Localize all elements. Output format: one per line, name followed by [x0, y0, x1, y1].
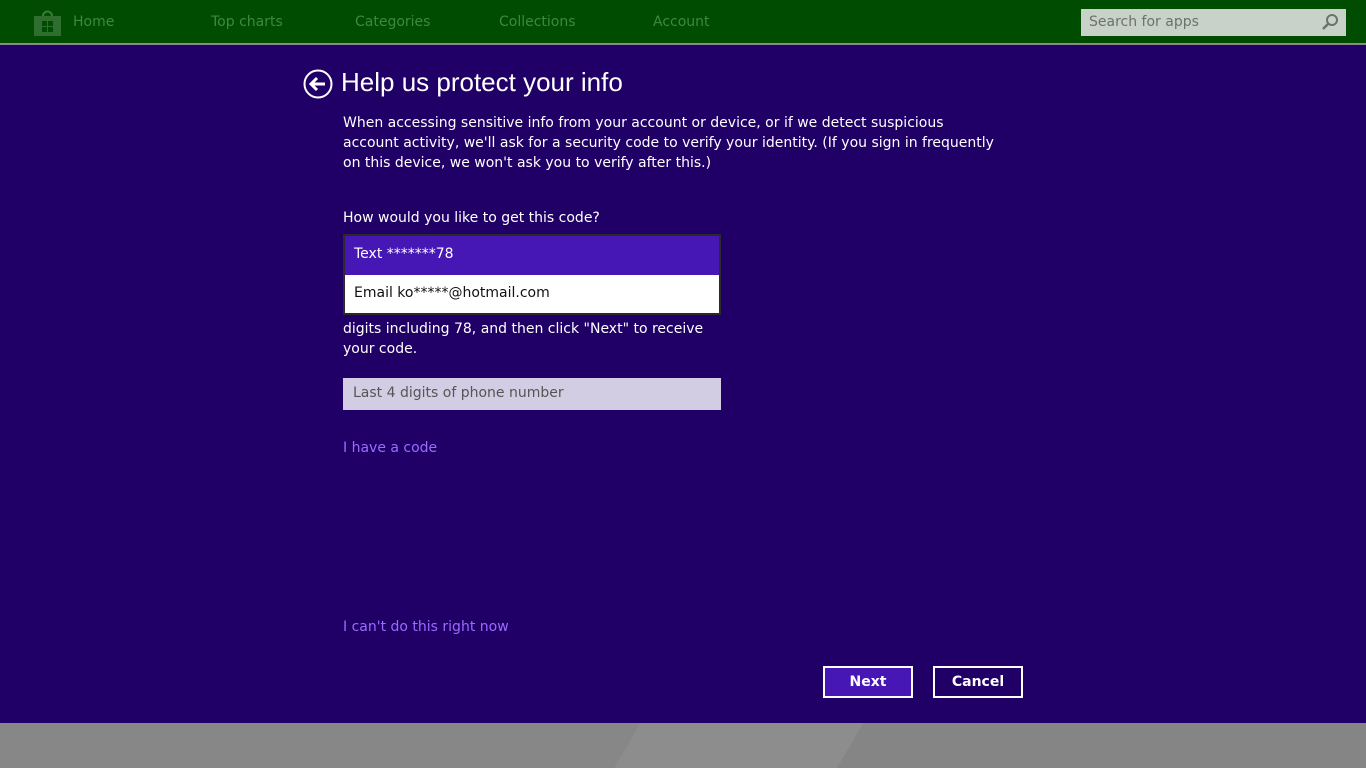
code-method-dropdown[interactable]: Text *******78 Email ko*****@hotmail.com — [343, 234, 721, 315]
instruction-text: digits including 78, and then click "Nex… — [343, 321, 704, 357]
option-text[interactable]: Text *******78 — [345, 236, 719, 275]
next-button[interactable]: Next — [823, 666, 913, 698]
background-strip — [0, 723, 1366, 768]
cancel-button[interactable]: Cancel — [933, 666, 1023, 698]
search-placeholder: Search for apps — [1089, 14, 1199, 30]
nav-top-charts[interactable]: Top charts — [211, 14, 283, 30]
store-logo-icon[interactable] — [34, 10, 61, 36]
nav-home[interactable]: Home — [73, 14, 114, 30]
code-question: How would you like to get this code? — [343, 210, 600, 226]
search-icon[interactable] — [1321, 13, 1339, 31]
nav-categories[interactable]: Categories — [355, 14, 430, 30]
top-nav-bar: Home Top charts Categories Collections A… — [0, 0, 1366, 44]
intro-text: When accessing sensitive info from your … — [343, 115, 994, 171]
nav-account[interactable]: Account — [653, 14, 710, 30]
page-title: Help us protect your info — [341, 67, 623, 97]
option-email[interactable]: Email ko*****@hotmail.com — [345, 275, 719, 314]
cant-do-now-link[interactable]: I can't do this right now — [343, 619, 509, 635]
have-code-link[interactable]: I have a code — [343, 440, 437, 456]
phone-digits-input[interactable]: Last 4 digits of phone number — [343, 378, 721, 410]
back-arrow-icon[interactable] — [303, 69, 333, 99]
search-input[interactable]: Search for apps — [1081, 9, 1346, 36]
nav-collections[interactable]: Collections — [499, 14, 576, 30]
